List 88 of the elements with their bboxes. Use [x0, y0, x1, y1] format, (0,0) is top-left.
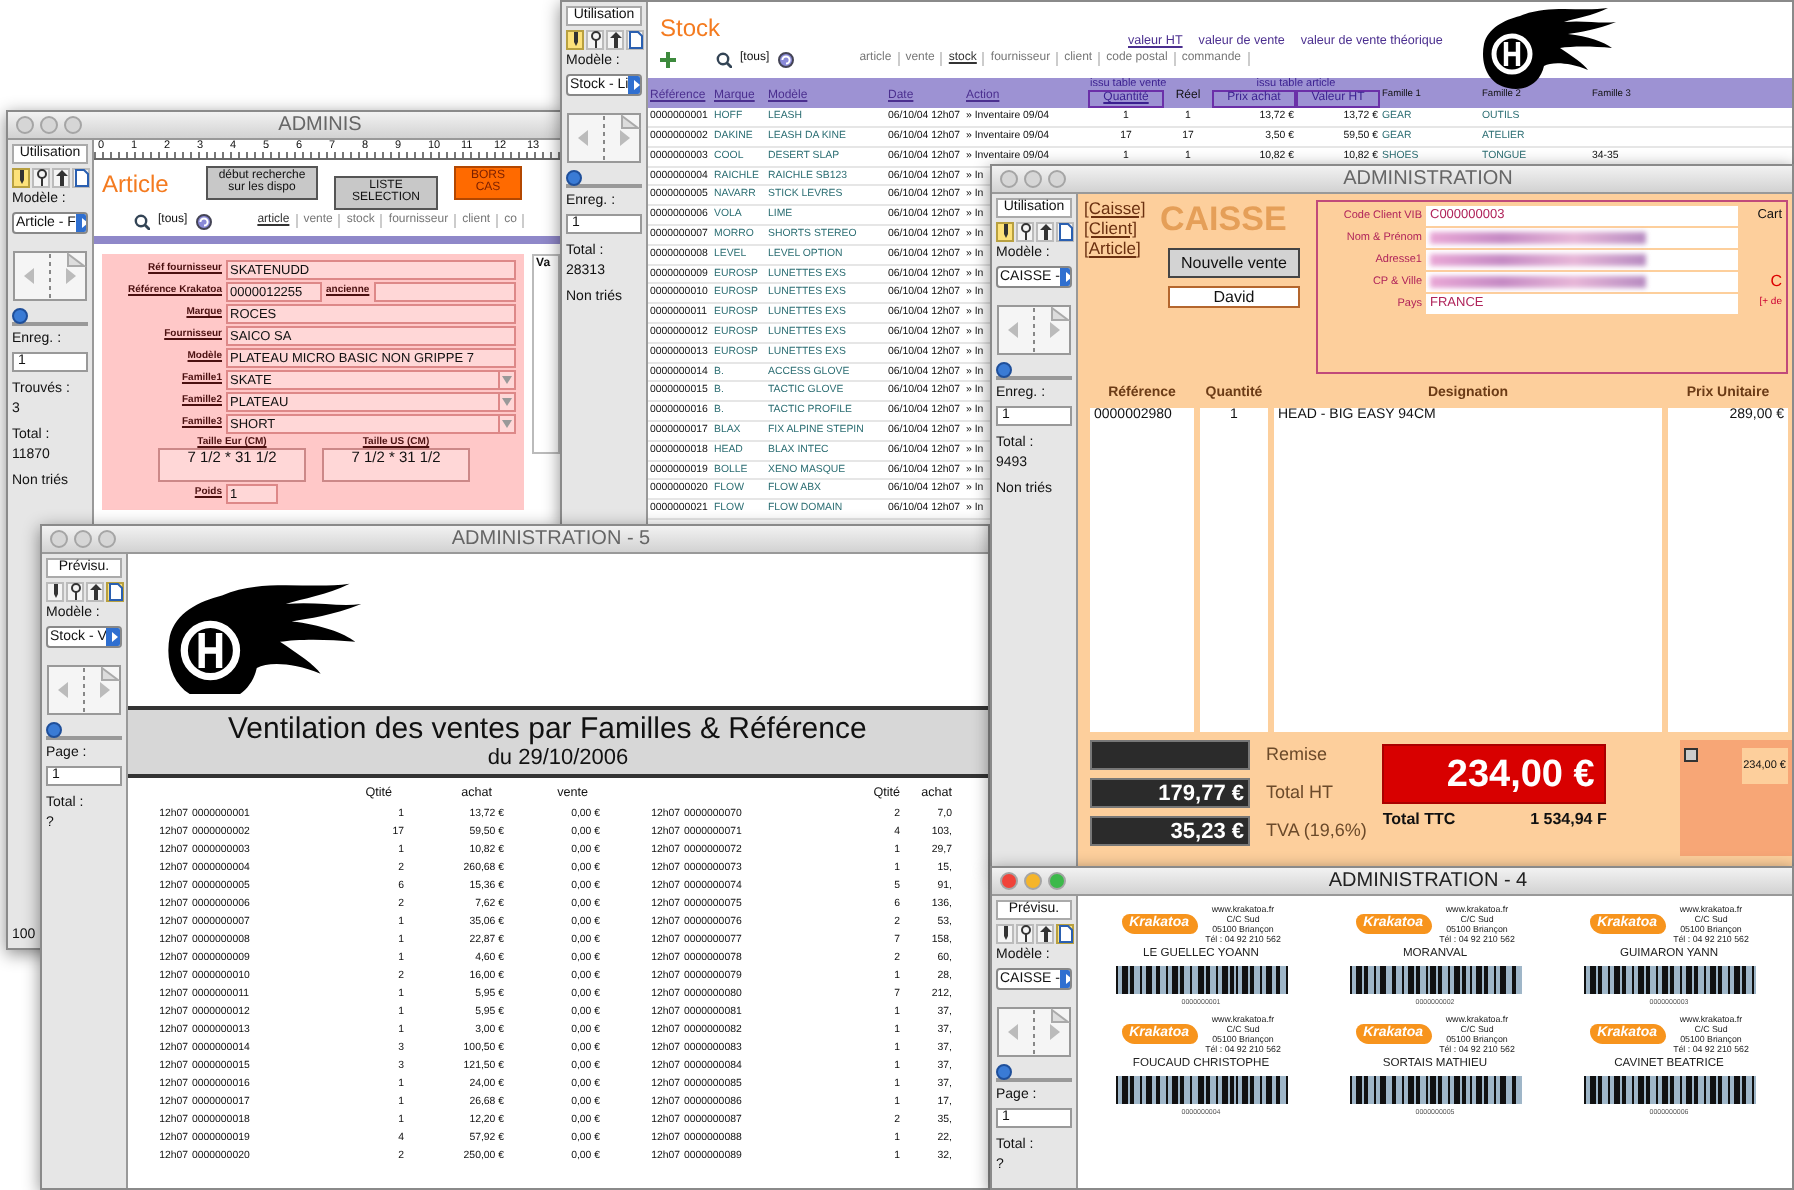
dropdown-arrow-icon: [75, 214, 86, 233]
total-label: Total HT: [1266, 782, 1334, 804]
mode-button[interactable]: [1016, 924, 1034, 945]
mode-button[interactable]: [52, 168, 70, 189]
page-heading: Article: [102, 172, 171, 200]
refresh-icon: [195, 213, 212, 230]
text-field[interactable]: [1426, 250, 1738, 270]
up-arrow-icon: [1037, 222, 1053, 243]
mode-button[interactable]: [12, 168, 30, 189]
page-heading: CAISSE: [1160, 200, 1287, 240]
mode-button[interactable]: [72, 168, 90, 189]
slider-thumb[interactable]: [12, 308, 28, 325]
title-bar[interactable]: ADMINISTRATION - 4: [992, 868, 1792, 896]
total-label: Remise: [1266, 744, 1328, 766]
window-title: ADMINISTRATION - 4: [1326, 869, 1530, 893]
mode-button[interactable]: [66, 582, 84, 603]
page-icon: [1057, 222, 1073, 243]
pin-icon: [1017, 222, 1033, 243]
nav-link[interactable]: [Client]: [1084, 219, 1137, 240]
record-slider[interactable]: [996, 362, 1072, 381]
mode-button[interactable]: [1036, 924, 1054, 945]
refresh-icon: [777, 51, 794, 68]
total-label: TVA (19,6%): [1266, 820, 1367, 842]
amount-display: 179,77 €: [1090, 778, 1250, 809]
report-date: du 29/10/2006: [485, 746, 631, 772]
mode-button[interactable]: [1056, 222, 1074, 243]
dropdown-arrow-icon: [502, 397, 513, 406]
mode-button[interactable]: [566, 30, 584, 51]
pin-icon: [1017, 924, 1033, 945]
dropdown-arrow-icon: [106, 628, 120, 647]
search-icon: [716, 51, 732, 68]
nav-link[interactable]: [Caisse]: [1084, 200, 1146, 220]
slider-thumb[interactable]: [566, 170, 582, 187]
text-field[interactable]: [373, 281, 517, 302]
amount-display: 35,23 €: [1090, 816, 1250, 847]
pin-icon: [587, 30, 603, 51]
plus-icon: [660, 51, 676, 68]
slider-thumb[interactable]: [996, 362, 1012, 379]
page-icon: [107, 582, 123, 603]
record-slider[interactable]: [12, 308, 88, 327]
new-sale-button[interactable]: Nouvelle vente: [1168, 247, 1300, 278]
pin-icon: [67, 582, 83, 603]
page-icon: [1057, 924, 1073, 945]
nav-link[interactable]: [Article]: [1084, 239, 1141, 259]
dropdown-arrow-icon: [628, 76, 640, 95]
seller-field[interactable]: David: [1168, 285, 1300, 308]
text-field[interactable]: [1426, 272, 1738, 292]
mode-button[interactable]: [586, 30, 604, 51]
record-slider[interactable]: [46, 722, 122, 741]
total-display: 234,00 €: [1382, 744, 1607, 805]
text-field[interactable]: [1426, 228, 1738, 248]
mode-button[interactable]: [106, 582, 124, 603]
slider-thumb[interactable]: [996, 1064, 1012, 1081]
page-icon: [73, 168, 89, 189]
up-arrow-icon: [53, 168, 69, 189]
window-title: ADMINIS: [276, 113, 364, 137]
window-title: ADMINISTRATION: [1341, 167, 1515, 191]
record-slider[interactable]: [996, 1064, 1072, 1083]
pin-icon: [33, 168, 49, 189]
up-arrow-icon: [607, 30, 623, 51]
page-icon: [627, 30, 643, 51]
report-title: Ventilation des ventes par Familles & Référence: [226, 712, 869, 747]
mode-button[interactable]: [32, 168, 50, 189]
mode-button[interactable]: [86, 582, 104, 603]
mode-button[interactable]: [46, 582, 64, 603]
expand-button[interactable]: [1684, 748, 1698, 763]
record-slider[interactable]: [566, 170, 642, 189]
mode-button[interactable]: [626, 30, 644, 51]
slider-thumb[interactable]: [46, 722, 62, 739]
dropdown-arrow-icon: [502, 375, 513, 384]
mode-button[interactable]: [996, 222, 1014, 243]
total-label: Total TTC: [1382, 810, 1456, 829]
window-title: ADMINISTRATION - 5: [449, 527, 653, 551]
close-button[interactable]: [1000, 872, 1018, 890]
mode-button[interactable]: [1016, 222, 1034, 243]
dropdown-arrow-icon: [1059, 268, 1070, 287]
mode-button[interactable]: [606, 30, 624, 51]
up-arrow-icon: [1037, 924, 1053, 945]
search-icon: [134, 213, 150, 230]
francs-total: 1 534,94 F: [1530, 810, 1607, 829]
status-letter: C: [1768, 272, 1782, 292]
page-heading: Stock: [660, 16, 721, 44]
mode-button[interactable]: [1056, 924, 1074, 945]
mode-button[interactable]: [1036, 222, 1054, 243]
mode-button[interactable]: [996, 924, 1014, 945]
dropdown-arrow-icon: [502, 419, 513, 428]
up-arrow-icon: [87, 582, 103, 603]
dropdown-arrow-icon: [1059, 970, 1070, 989]
